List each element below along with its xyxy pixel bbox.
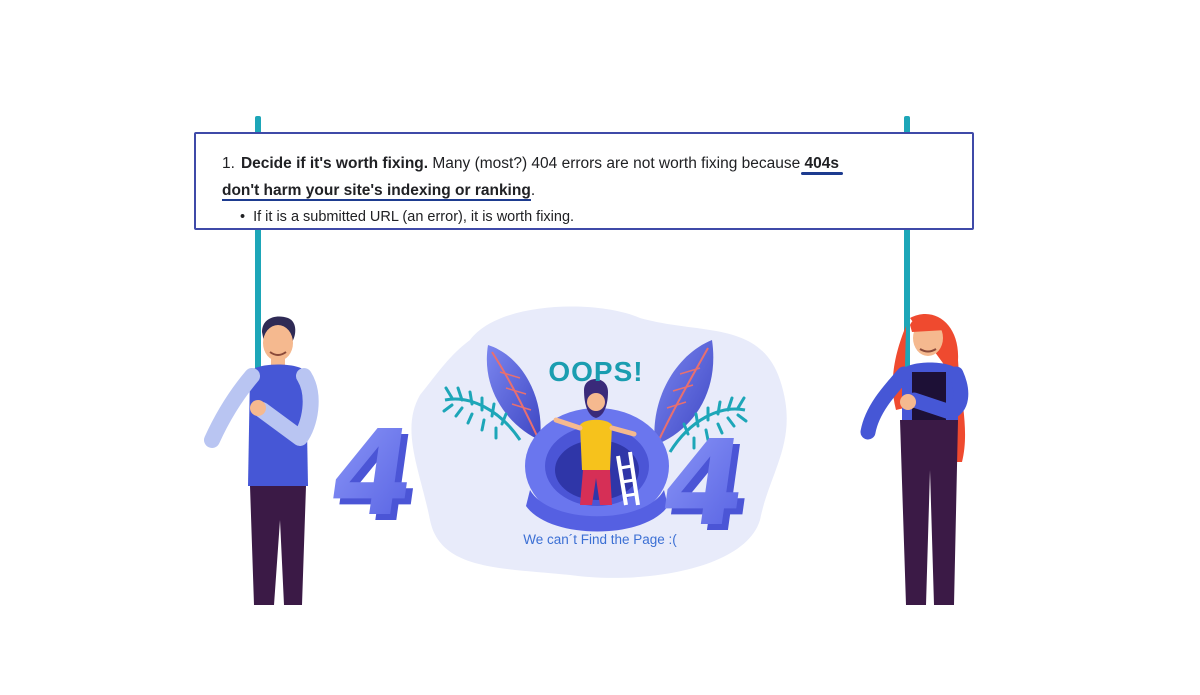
not-found-caption: We can´t Find the Page :( <box>523 532 677 547</box>
emphasis-indexing: don't harm your site's indexing or ranki… <box>222 182 531 201</box>
emphasis-404s: 404s <box>804 155 840 172</box>
item-text: Many (most?) 404 errors are not worth fi… <box>428 155 805 172</box>
bullet: • <box>240 209 246 225</box>
item-end: . <box>530 182 536 199</box>
oops-heading: OOPS! <box>548 356 644 387</box>
info-banner: 1. Decide if it's worth fixing. Many (mos… <box>194 132 974 230</box>
woman-figure <box>860 314 969 605</box>
item-lead: Decide if it's worth fixing. <box>240 155 429 172</box>
illustration-stage: 4 4 4 4 1. Decide if it's worth fixing. … <box>0 0 1200 695</box>
list-item-1: 1. Decide if it's worth fixing. Many (mos… <box>222 150 952 204</box>
list-number: 1. <box>222 155 235 172</box>
sub-text: If it is a submitted URL (an error), it … <box>253 209 575 225</box>
sub-bullet-item: • If it is a submitted URL (an error), it… <box>222 206 952 228</box>
